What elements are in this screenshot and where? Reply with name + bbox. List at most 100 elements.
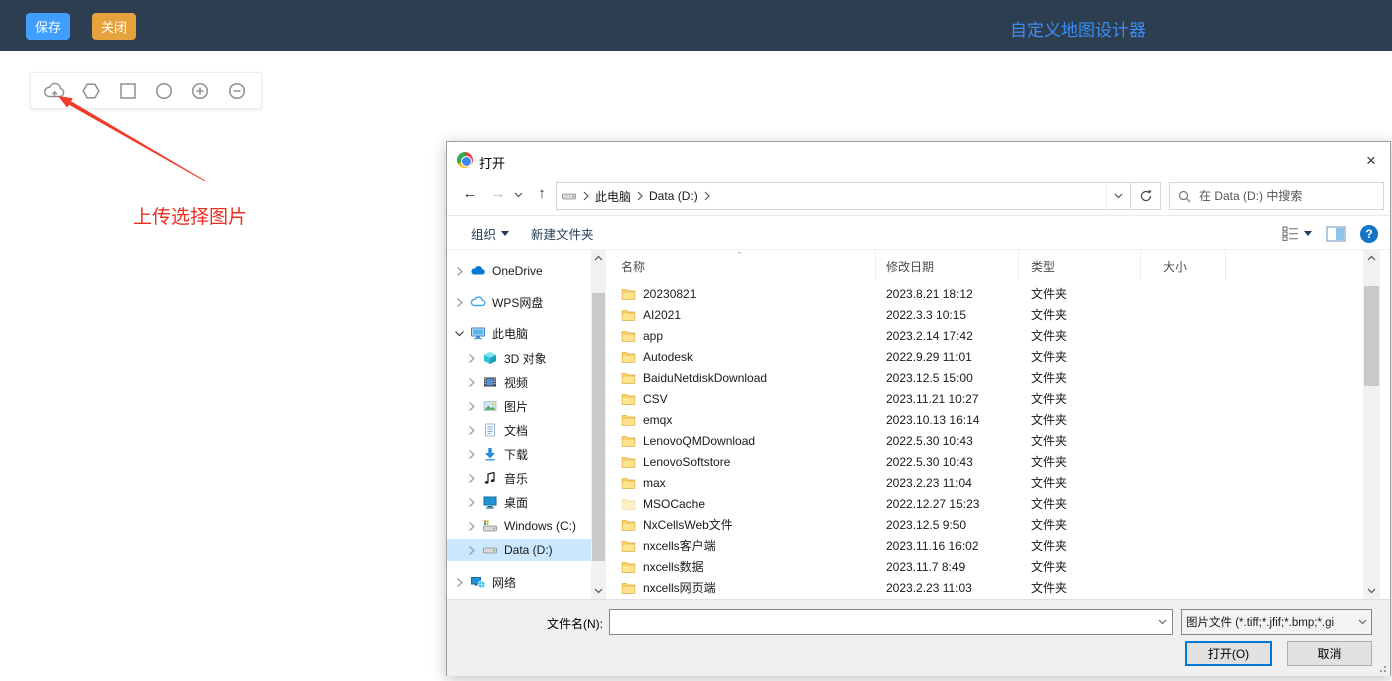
breadcrumb-this-pc[interactable]: 此电脑 — [591, 183, 635, 209]
nav-sidebar: OneDrive WPS网盘 此电脑 3D 对象 视频 — [447, 250, 591, 599]
file-date: 2023.2.14 17:42 — [876, 329, 1019, 343]
circle-icon[interactable] — [151, 78, 177, 104]
sidebar-item-videos[interactable]: 视频 — [447, 371, 591, 393]
table-row[interactable]: LenovoQMDownload 2022.5.30 10:43 文件夹 — [606, 430, 1363, 451]
sidebar-item-desktop[interactable]: 桌面 — [447, 491, 591, 513]
table-row[interactable]: nxcells客户端 2023.11.16 16:02 文件夹 — [606, 535, 1363, 556]
save-button[interactable]: 保存 — [26, 13, 70, 40]
preview-pane-icon[interactable] — [1326, 226, 1346, 242]
table-row[interactable]: nxcells数据 2023.11.7 8:49 文件夹 — [606, 556, 1363, 577]
search-input[interactable] — [1199, 189, 1375, 203]
table-row[interactable]: CSV 2023.11.21 10:27 文件夹 — [606, 388, 1363, 409]
sidebar-item-data-d[interactable]: Data (D:) — [447, 539, 591, 561]
sidebar-item-onedrive[interactable]: OneDrive — [447, 260, 591, 282]
scroll-down-icon[interactable] — [1363, 583, 1380, 599]
cloud-upload-icon[interactable] — [42, 78, 68, 104]
zoom-out-icon[interactable] — [224, 78, 250, 104]
organize-button[interactable]: 组织 — [471, 217, 509, 250]
folder-icon — [621, 539, 636, 553]
sidebar-item-network[interactable]: 网络 — [447, 571, 591, 593]
view-options-button[interactable] — [1282, 226, 1312, 241]
wps-cloud-icon — [470, 294, 486, 310]
nav-back-icon[interactable]: ← — [459, 185, 481, 202]
help-icon[interactable]: ? — [1360, 225, 1378, 243]
open-button[interactable]: 打开(O) — [1185, 641, 1272, 666]
chevron-right-icon[interactable] — [464, 401, 478, 412]
table-row[interactable]: BaiduNetdiskDownload 2023.12.5 15:00 文件夹 — [606, 367, 1363, 388]
folder-icon — [621, 455, 636, 469]
column-header-name[interactable]: 名称 ˆ — [606, 250, 876, 280]
table-row[interactable]: NxCellsWeb文件 2023.12.5 9:50 文件夹 — [606, 514, 1363, 535]
table-row[interactable]: 20230821 2023.8.21 18:12 文件夹 — [606, 283, 1363, 304]
chevron-right-icon[interactable] — [452, 577, 466, 588]
breadcrumb-dropdown-icon[interactable] — [1106, 183, 1130, 209]
nav-forward-icon[interactable]: → — [487, 185, 509, 202]
table-row[interactable]: LenovoSoftstore 2022.5.30 10:43 文件夹 — [606, 451, 1363, 472]
scrollbar-thumb[interactable] — [1364, 286, 1379, 386]
nav-history-chevron-icon[interactable] — [511, 185, 525, 202]
table-row[interactable]: app 2023.2.14 17:42 文件夹 — [606, 325, 1363, 346]
scroll-down-icon[interactable] — [591, 583, 606, 599]
filetype-select[interactable]: 图片文件 (*.tiff;*.jfif;*.bmp;*.gi — [1181, 609, 1372, 635]
hexagon-icon[interactable] — [78, 78, 104, 104]
chevron-right-icon[interactable] — [464, 449, 478, 460]
column-header-type[interactable]: 类型 — [1019, 250, 1141, 280]
scroll-up-icon[interactable] — [1363, 250, 1380, 266]
new-folder-button[interactable]: 新建文件夹 — [531, 217, 594, 250]
chevron-right-icon[interactable] — [464, 425, 478, 436]
square-icon[interactable] — [115, 78, 141, 104]
dialog-close-icon[interactable]: × — [1360, 150, 1382, 172]
sidebar-item-label: 此电脑 — [492, 325, 528, 342]
sidebar-item-windows-c[interactable]: Windows (C:) — [447, 515, 591, 537]
table-row[interactable]: max 2023.2.23 11:04 文件夹 — [606, 472, 1363, 493]
filename-input[interactable] — [610, 610, 1152, 634]
scroll-up-icon[interactable] — [591, 250, 606, 266]
cancel-button[interactable]: 取消 — [1287, 641, 1372, 666]
column-header-size[interactable]: 大小 — [1141, 250, 1226, 280]
table-row[interactable]: MSOCache 2022.12.27 15:23 文件夹 — [606, 493, 1363, 514]
scrollbar-thumb[interactable] — [592, 293, 605, 561]
sidebar-item-downloads[interactable]: 下载 — [447, 443, 591, 465]
zoom-in-icon[interactable] — [187, 78, 213, 104]
chevron-right-icon[interactable] — [464, 353, 478, 364]
breadcrumb-drive-icon[interactable] — [557, 183, 581, 209]
chevron-right-icon[interactable] — [464, 473, 478, 484]
table-row[interactable]: emqx 2023.10.13 16:14 文件夹 — [606, 409, 1363, 430]
column-header-date[interactable]: 修改日期 — [876, 250, 1019, 280]
file-date: 2022.9.29 11:01 — [876, 350, 1019, 364]
chevron-down-icon[interactable] — [452, 329, 466, 338]
folder-icon — [621, 476, 636, 490]
chevron-right-icon[interactable] — [464, 521, 478, 532]
nav-up-icon[interactable]: ↑ — [531, 185, 553, 202]
documents-icon — [482, 422, 498, 438]
table-row[interactable]: AI2021 2022.3.3 10:15 文件夹 — [606, 304, 1363, 325]
chevron-right-icon[interactable] — [452, 266, 466, 277]
column-label: 名称 — [621, 258, 645, 275]
music-icon — [482, 470, 498, 486]
sidebar-item-wps-cloud[interactable]: WPS网盘 — [447, 291, 591, 313]
sidebar-item-this-pc[interactable]: 此电脑 — [447, 322, 591, 344]
chevron-right-icon[interactable] — [464, 545, 478, 556]
sidebar-item-music[interactable]: 音乐 — [447, 467, 591, 489]
refresh-icon[interactable] — [1130, 183, 1160, 209]
resize-grip[interactable] — [1377, 663, 1387, 673]
sidebar-item-label: 3D 对象 — [504, 350, 547, 367]
breadcrumb-data-d[interactable]: Data (D:) — [645, 183, 702, 209]
folder-icon — [621, 560, 636, 574]
close-button[interactable]: 关闭 — [92, 13, 136, 40]
dialog-titlebar[interactable]: 打开 × — [447, 142, 1390, 178]
drive-icon — [482, 542, 498, 558]
file-list-scrollbar[interactable] — [1363, 250, 1380, 599]
chevron-right-icon[interactable] — [452, 297, 466, 308]
table-row[interactable]: nxcells网页端 2023.2.23 11:03 文件夹 — [606, 577, 1363, 598]
sidebar-item-documents[interactable]: 文档 — [447, 419, 591, 441]
sidebar-item-pictures[interactable]: 图片 — [447, 395, 591, 417]
file-list-header: 名称 ˆ 修改日期 类型 大小 — [606, 250, 1363, 280]
table-row[interactable]: Autodesk 2022.9.29 11:01 文件夹 — [606, 346, 1363, 367]
chevron-right-icon[interactable] — [464, 377, 478, 388]
filename-label: 文件名(N): — [447, 615, 603, 632]
sidebar-scrollbar[interactable] — [591, 250, 606, 599]
sidebar-item-3d-objects[interactable]: 3D 对象 — [447, 347, 591, 369]
chevron-right-icon[interactable] — [464, 497, 478, 508]
filename-dropdown-icon[interactable] — [1152, 619, 1172, 625]
